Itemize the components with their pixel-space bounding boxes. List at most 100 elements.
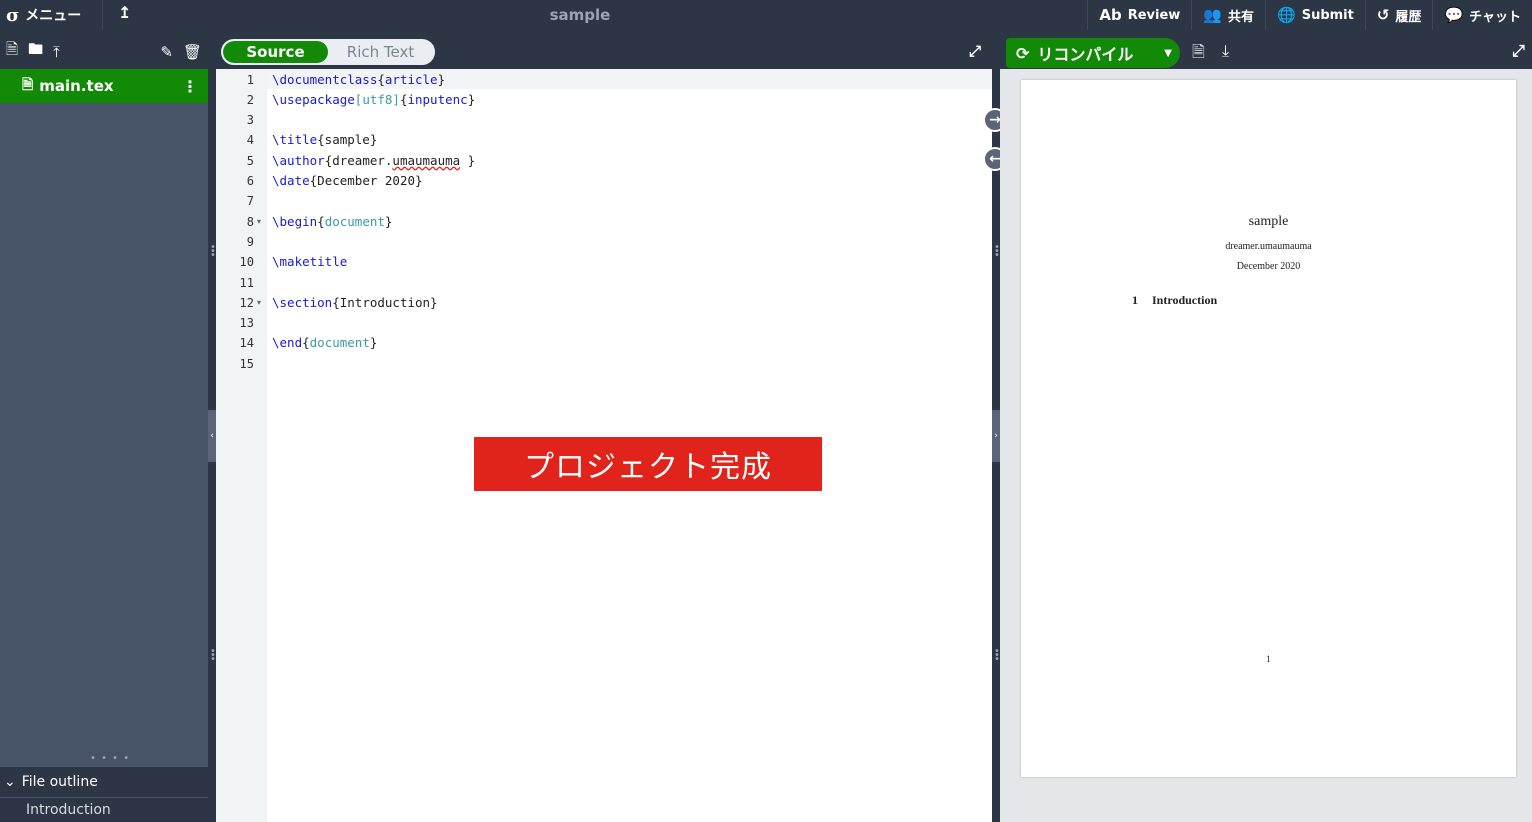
chat-button[interactable]: 💬 チャット [1432,0,1532,30]
code-line[interactable]: \usepackage[utf8]{inputenc} [272,90,475,110]
new-folder-icon[interactable]: 🖿 [28,39,43,64]
code-token: \end [272,335,303,351]
code-line[interactable]: \section{Introduction} [272,293,438,313]
code-token: [utf8] [354,91,400,107]
pdf-author: dreamer.umaumauma [1225,241,1312,252]
line-number: 15 [239,356,254,371]
fold-toggle-icon[interactable]: ▾ [257,212,261,232]
code-token: inputenc [407,91,468,107]
chat-label: チャット [1469,9,1521,25]
pdf-page: sample dreamer.umaumauma December 2020 1… [1021,80,1516,777]
editor-mode-toggle: Source Rich Text [221,39,435,65]
collapse-sidebar-icon[interactable]: ‹ [208,410,216,462]
file-menu-icon[interactable]: ⋮ [182,77,198,96]
line-number: 2 [246,92,254,107]
submit-button[interactable]: 🌐 Submit [1265,0,1365,30]
expand-pdf-icon[interactable]: ⤢ [1512,41,1525,61]
code-token: { [377,71,385,87]
pdf-title: sample [1248,214,1289,229]
line-number: 4 [246,133,254,148]
code-line[interactable]: \begin{document} [272,212,392,232]
code-token: \documentclass [272,71,378,87]
code-line[interactable]: \maketitle [272,252,347,272]
pdf-date: December 2020 [1236,261,1301,272]
line-number: 8 [246,214,254,229]
file-tree-sidebar: 🗎 🖿 ⤒ ✎ 🗑 🗎 main.tex ⋮ • • • • ⌄ File ou… [0,34,208,822]
refresh-icon: ⟳ [1016,43,1030,63]
code-line[interactable]: \end{document} [272,333,377,353]
code-token: \usepackage [272,91,355,107]
code-token: { [317,213,325,229]
share-label: 共有 [1228,9,1255,25]
review-icon: Ab [1099,6,1122,24]
code-token: {dreamer. [324,152,393,168]
editor-toolbar: Source Rich Text ⤢ [216,34,992,69]
code-token: article [384,71,438,87]
line-number: 7 [246,194,254,209]
rename-icon[interactable]: ✎ [160,43,173,61]
pdf-section-title: Introduction [1152,293,1218,307]
users-icon: 👥 [1203,6,1222,24]
code-token: \author [272,152,325,168]
line-number: 6 [246,174,254,188]
rich-text-mode-button[interactable]: Rich Text [328,41,433,63]
code-line[interactable]: \documentclass{article} [272,70,445,90]
logs-icon[interactable]: 🗎 [1192,41,1205,68]
history-icon: ↺ [1376,6,1390,24]
line-number: 14 [239,336,254,351]
source-mode-button[interactable]: Source [223,41,328,63]
recompile-label: リコンパイル [1037,45,1134,64]
pdf-toolbar: ⟳ リコンパイル ▼ 🗎 ⤓ ⤢ [1000,34,1532,69]
line-number: 9 [246,234,254,249]
caret-down-icon[interactable]: ▼ [1164,48,1172,59]
collapse-pdf-icon[interactable]: › [992,410,1000,462]
line-number: 11 [239,275,254,290]
line-number: 3 [246,113,254,128]
code-token: document [309,335,370,351]
code-token: } [369,335,378,351]
code-token: \begin [272,213,318,229]
review-button[interactable]: Ab Review [1087,0,1191,30]
outline-resize-handle[interactable]: • • • • [90,753,130,764]
recompile-button[interactable]: ⟳ リコンパイル ▼ [1006,38,1180,68]
pdf-page-number: 1 [1266,654,1271,664]
file-outline-header[interactable]: ⌄ File outline [0,767,208,797]
code-token: umaumauma [392,152,461,168]
line-number: 13 [239,316,254,331]
code-token: \maketitle [272,254,348,270]
new-file-icon[interactable]: 🗎 [6,39,18,64]
code-token: {December 2020} [309,173,423,188]
code-line[interactable]: \author{dreamer.umaumauma } [272,151,475,171]
line-number: 5 [246,153,254,168]
grip-icon: • • • [994,242,1000,261]
project-complete-banner: プロジェクト完成 [474,437,822,491]
code-line[interactable]: \title{sample} [272,130,377,150]
code-token: {Introduction} [332,294,438,310]
code-line[interactable]: \date{December 2020} [272,171,423,191]
expand-editor-icon[interactable]: ⤢ [969,42,981,60]
code-token: document [324,213,385,229]
project-title[interactable]: sample [0,6,1160,24]
file-tree-item-main-tex[interactable]: 🗎 main.tex ⋮ [0,69,208,103]
file-tree-toolbar: 🗎 🖿 ⤒ ✎ 🗑 [0,34,208,69]
history-button[interactable]: ↺ 履歴 [1364,0,1433,30]
code-token: } [384,213,393,229]
pdf-section-heading: 1 Introduction [1132,293,1217,308]
pdf-viewer[interactable]: sample dreamer.umaumauma December 2020 1… [1000,69,1532,822]
sidebar-splitter[interactable]: • • • ‹ • • • [208,34,216,822]
share-button[interactable]: 👥 共有 [1191,0,1265,30]
outline-item-introduction[interactable]: Introduction [0,798,208,822]
upload-icon[interactable]: ⤒ [53,43,60,61]
delete-icon[interactable]: 🗑 [183,43,202,61]
file-icon: 🗎 [22,77,34,93]
download-pdf-icon[interactable]: ⤓ [1222,41,1229,61]
code-token: } [460,152,476,168]
submit-label: Submit [1301,7,1354,23]
grip-icon: • • • [994,646,1000,665]
code-token: } [437,71,446,87]
line-number: 10 [239,255,254,270]
code-token: \title [272,132,318,148]
code-token: {sample} [317,132,378,148]
chat-icon: 💬 [1444,6,1464,24]
fold-toggle-icon[interactable]: ▾ [257,293,261,313]
